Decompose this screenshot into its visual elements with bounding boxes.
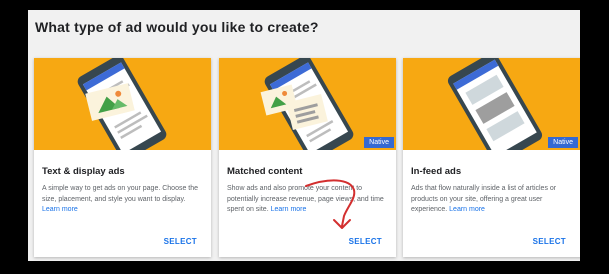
native-badge: Native (548, 137, 578, 148)
card-title: In-feed ads (411, 166, 462, 177)
select-button[interactable]: SELECT (164, 237, 197, 246)
card-illustration (34, 58, 211, 150)
select-button[interactable]: SELECT (349, 237, 382, 246)
card-text-display-ads[interactable]: Text & display ads A simple way to get a… (34, 58, 211, 257)
card-title: Text & display ads (42, 166, 125, 177)
card-title: Matched content (227, 166, 303, 177)
phone-illustration-icon (77, 58, 167, 150)
card-description-text: A simple way to get ads on your page. Ch… (42, 185, 199, 203)
ad-type-dialog: What type of ad would you like to create… (28, 10, 580, 261)
learn-more-link[interactable]: Learn more (42, 206, 78, 213)
card-illustration: Native (403, 58, 580, 150)
card-description: Ads that flow naturally inside a list of… (411, 184, 571, 216)
card-description: Show ads and also promote your content t… (227, 184, 387, 216)
card-description: A simple way to get ads on your page. Ch… (42, 184, 202, 216)
learn-more-link[interactable]: Learn more (271, 206, 307, 213)
learn-more-link[interactable]: Learn more (449, 206, 485, 213)
page-title: What type of ad would you like to create… (35, 19, 319, 35)
card-illustration: Native (219, 58, 396, 150)
native-badge: Native (364, 137, 394, 148)
select-button[interactable]: SELECT (533, 237, 566, 246)
card-matched-content[interactable]: Native Matched content Show ads and also… (219, 58, 396, 257)
card-in-feed-ads[interactable]: Native In-feed ads Ads that flow natural… (403, 58, 580, 257)
